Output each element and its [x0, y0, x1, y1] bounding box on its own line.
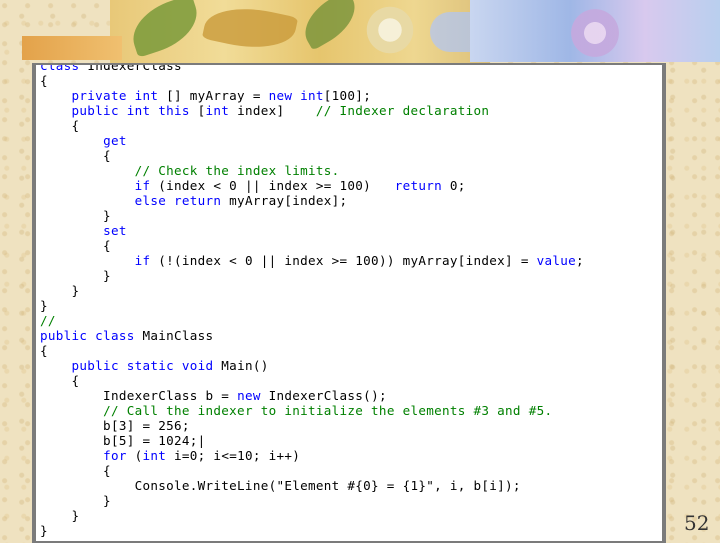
code-line: } [40, 508, 80, 523]
page-number: 52 [684, 511, 710, 535]
code-line: { [40, 148, 111, 163]
code-line: set [103, 223, 127, 238]
code-line: { [40, 73, 48, 88]
code-line: private int [] myArray = new int[100]; [71, 88, 372, 103]
code-line: public class MainClass [40, 328, 214, 343]
code-line: { [40, 118, 80, 133]
code-line: } [40, 298, 48, 313]
code-line: public static void Main() [71, 358, 269, 373]
code-line: } [40, 208, 111, 223]
code-line: get [103, 133, 127, 148]
code-line: IndexerClass b = new IndexerClass(); [40, 388, 387, 403]
code-line: } [40, 493, 111, 508]
code-listing: class IndexerClass { private int [] myAr… [40, 65, 584, 538]
code-line: b[3] = 256; [40, 418, 190, 433]
code-line: // Check the index limits. [134, 163, 340, 178]
code-line: // [40, 313, 56, 328]
code-line: else return myArray[index]; [134, 193, 348, 208]
code-line: } [40, 523, 48, 538]
code-line: public int this [int index] // Indexer d… [71, 103, 490, 118]
flower-image [360, 6, 420, 54]
code-line: // Call the indexer to initialize the el… [103, 403, 553, 418]
banner-orange-strip [22, 36, 122, 60]
code-line: class IndexerClass [40, 63, 584, 73]
code-line: for (int i=0; i<=10; i++) [103, 448, 301, 463]
code-line: { [40, 463, 111, 478]
code-line: } [40, 268, 111, 283]
code-line: if (index < 0 || index >= 100) return 0; [134, 178, 466, 193]
flower-image [560, 8, 630, 58]
code-line: } [40, 283, 80, 298]
code-line: { [40, 373, 80, 388]
code-line: b[5] = 1024;| [40, 433, 206, 448]
code-text: IndexerClass [87, 63, 182, 73]
code-line: { [40, 238, 111, 253]
code-line: if (!(index < 0 || index >= 100)) myArra… [134, 253, 584, 268]
code-line: { [40, 343, 48, 358]
code-screenshot-panel: class IndexerClass { private int [] myAr… [32, 63, 666, 543]
code-line: Console.WriteLine("Element #{0} = {1}", … [40, 478, 521, 493]
